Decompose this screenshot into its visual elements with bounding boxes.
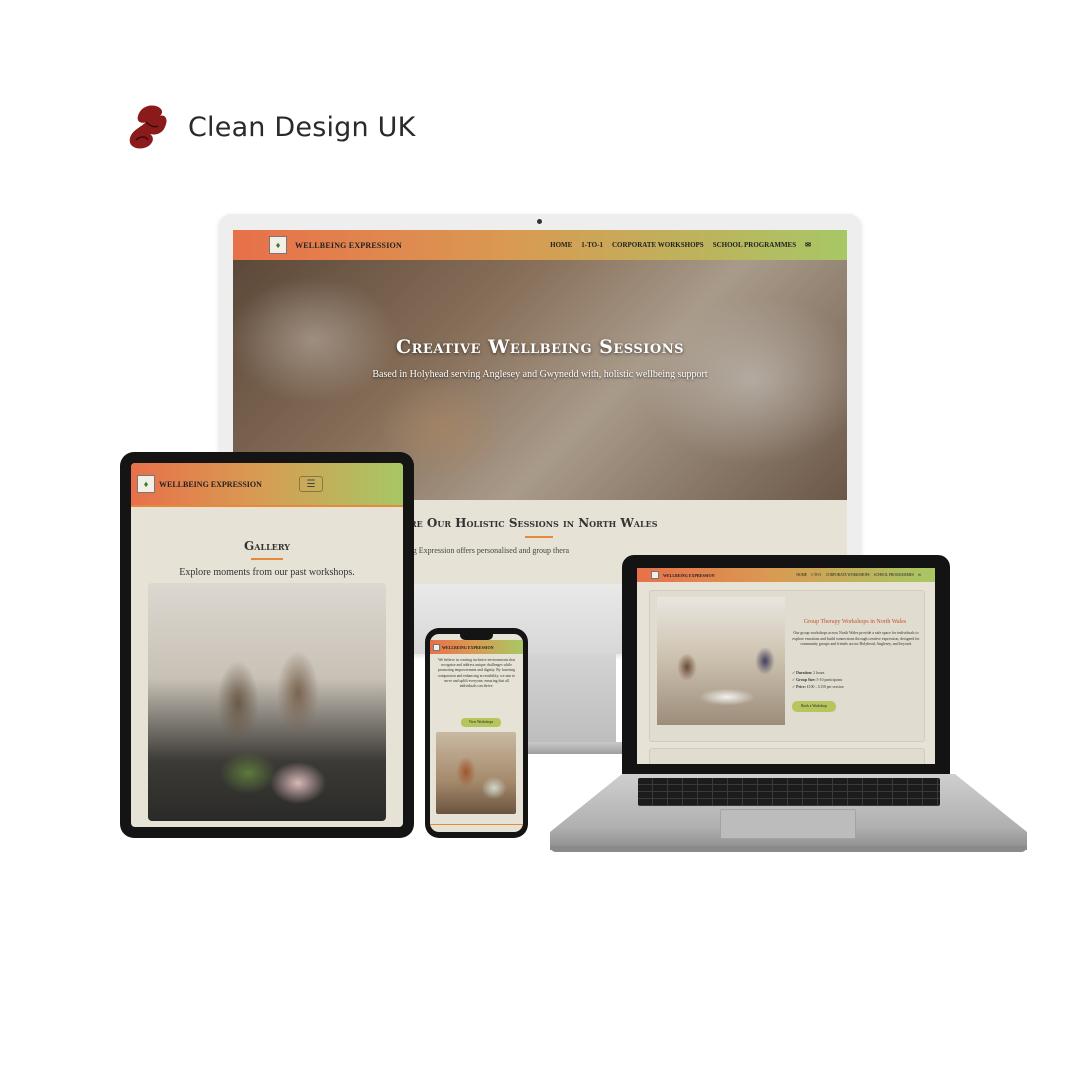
site-brand[interactable]: WELLBEING EXPRESSION [295,241,402,250]
workshop-photo [657,597,785,725]
nav-home[interactable]: HOME [796,573,807,577]
site-logo-icon[interactable] [433,643,440,651]
phone-navbar: WELLBEING EXPRESSION [430,640,523,654]
gallery-photo[interactable] [148,583,386,821]
nav-1-to-1[interactable]: 1-TO-1 [811,573,822,577]
tablet: ♦ WELLBEING EXPRESSION ☰ Gallery Explore… [120,452,414,838]
site-logo-icon[interactable] [651,571,659,579]
trackpad [720,809,856,839]
nav-school-programmes[interactable]: SCHOOL PROGRAMMES [874,573,914,577]
desktop-navbar: ♦ WELLBEING EXPRESSION HOME 1-TO-1 CORPO… [233,230,847,260]
brand-name: Clean Design UK [188,111,416,143]
tablet-screen: ♦ WELLBEING EXPRESSION ☰ Gallery Explore… [131,463,403,827]
desktop-nav-links: HOME 1-TO-1 CORPORATE WORKSHOPS SCHOOL P… [550,241,811,249]
site-logo-icon[interactable]: ♦ [137,475,155,493]
laptop-screen: WELLBEING EXPRESSION HOME 1-TO-1 CORPORA… [637,568,935,764]
tablet-navbar: ♦ WELLBEING EXPRESSION ☰ [131,463,403,505]
envelope-icon[interactable]: ✉ [918,573,921,577]
gallery-divider [251,558,283,560]
view-workshops-button[interactable]: View Workshops [461,718,501,727]
nav-corporate-workshops[interactable]: CORPORATE WORKSHOPS [826,573,870,577]
phone-screen: WELLBEING EXPRESSION We believe in creat… [430,634,523,832]
detail-price: ✓ Price: £100 – £150 per session [792,685,844,689]
hero-subtitle: Based in Holyhead serving Anglesey and G… [372,369,708,380]
card-title: Group Therapy Workshops in North Wales [803,619,907,625]
nav-home[interactable]: HOME [550,241,572,249]
nav-1-to-1[interactable]: 1-TO-1 [581,241,603,249]
keyboard [638,778,940,806]
dragon-logo-icon [129,105,167,149]
workshop-card: Group Therapy Workshops in North Wales O… [649,590,925,742]
laptop: WELLBEING EXPRESSION HOME 1-TO-1 CORPORA… [622,555,950,775]
navbar-divider [131,505,403,507]
hero-title: Creative Wellbeing Sessions [396,336,684,358]
laptop-nav-links: HOME 1-TO-1 CORPORATE WORKSHOPS SCHOOL P… [796,573,921,577]
section-divider [525,536,553,538]
detail-duration: ✓ Duration: 2 hours [792,671,825,675]
site-brand[interactable]: WELLBEING EXPRESSION [159,480,262,489]
section-text: eing Expression offers personalised and … [403,546,570,555]
nav-school-programmes[interactable]: SCHOOL PROGRAMMES [713,241,796,249]
site-brand[interactable]: WELLBEING EXPRESSION [663,573,714,578]
section-title: ore Our Holistic Sessions in North Wales [403,516,658,530]
card-details: ✓ Duration: 2 hours ✓ Group Size: 5-10 p… [792,670,920,691]
envelope-icon[interactable]: ✉ [805,241,811,249]
gallery-subtitle: Explore moments from our past workshops. [179,567,355,578]
camera-dot [537,219,542,224]
site-brand[interactable]: WELLBEING EXPRESSION [442,645,493,650]
laptop-lip [550,846,1027,852]
brand-header: Clean Design UK [126,102,415,152]
phone-photo [436,732,516,814]
phone: WELLBEING EXPRESSION We believe in creat… [425,628,528,838]
nav-corporate-workshops[interactable]: CORPORATE WORKSHOPS [612,241,704,249]
gallery-title: Gallery [244,539,290,553]
hamburger-menu-icon[interactable]: ☰ [299,476,323,492]
phone-notch [460,634,493,640]
phone-body-text: We believe in creating inclusive environ… [437,658,516,689]
laptop-navbar: WELLBEING EXPRESSION HOME 1-TO-1 CORPORA… [637,568,935,582]
phone-divider [430,824,523,825]
book-workshop-button[interactable]: Book a Workshop [792,701,836,712]
next-card [649,748,925,764]
card-description: Our group workshops across North Wales p… [792,631,920,647]
site-logo-icon[interactable]: ♦ [269,236,287,254]
detail-group-size: ✓ Group Size: 5-10 participants [792,678,843,682]
